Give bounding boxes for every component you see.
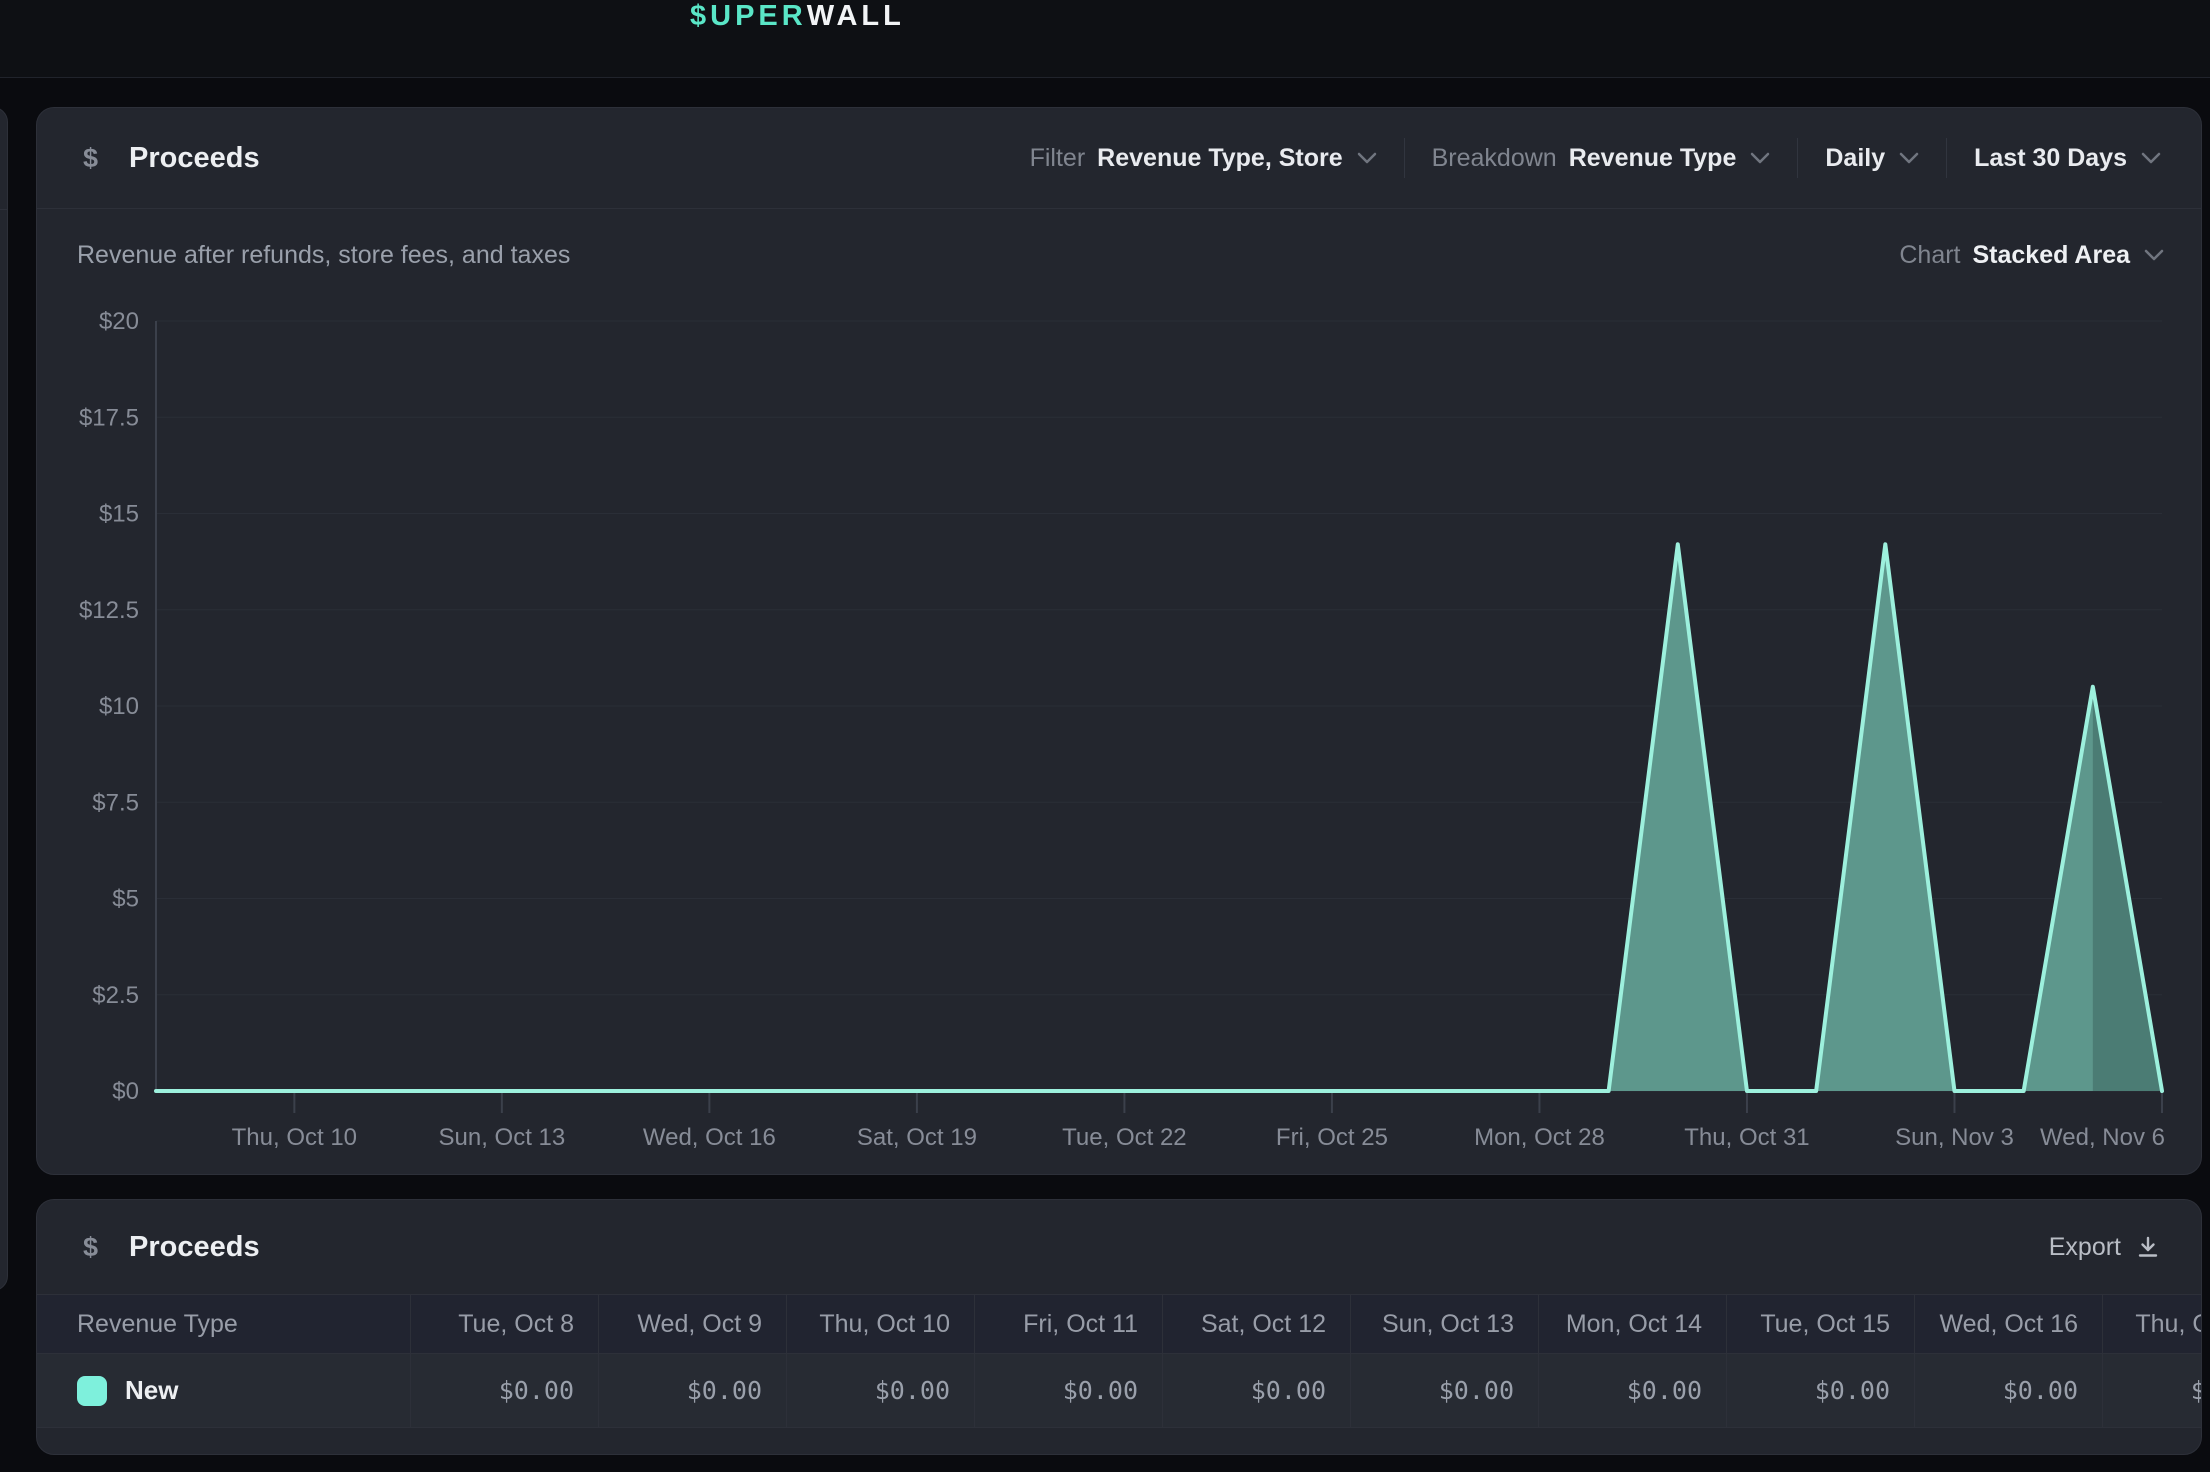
value-cell: $0.00 bbox=[787, 1354, 975, 1427]
superwall-logo: $UPERWALL bbox=[690, 0, 905, 35]
value-cell: $0.00 bbox=[1351, 1354, 1539, 1427]
area-fill-new bbox=[156, 544, 2162, 1091]
proceeds-chart-card: $ Proceeds Filter Revenue Type, Store Br… bbox=[36, 107, 2202, 1175]
x-axis-tick-label: Mon, Oct 28 bbox=[1474, 1124, 1605, 1151]
logo-rest-text: WALL bbox=[807, 0, 905, 33]
y-axis-tick-label: $12.5 bbox=[79, 597, 139, 624]
column-header-date: Mon, Oct 14 bbox=[1539, 1295, 1727, 1353]
export-button[interactable]: Export bbox=[2049, 1233, 2161, 1262]
column-header-date: Sat, Oct 12 bbox=[1163, 1295, 1351, 1353]
y-axis-tick-label: $10 bbox=[99, 693, 139, 720]
table-card-title: Proceeds bbox=[129, 1231, 260, 1264]
x-axis-tick-label: Sun, Oct 13 bbox=[438, 1124, 565, 1151]
column-header-date: Sun, Oct 13 bbox=[1351, 1295, 1539, 1353]
value-cell: $0.00 bbox=[1163, 1354, 1351, 1427]
column-header-date: Tue, Oct 15 bbox=[1727, 1295, 1915, 1353]
x-axis-tick-label: Sun, Nov 3 bbox=[1895, 1124, 2014, 1151]
x-axis-tick-label: Thu, Oct 10 bbox=[232, 1124, 357, 1151]
value-cell: $0.00 bbox=[1915, 1354, 2103, 1427]
adjacent-card-edge bbox=[0, 107, 8, 1291]
y-axis-tick-label: $15 bbox=[99, 501, 139, 528]
value-cell: $0.00 bbox=[975, 1354, 1163, 1427]
y-axis-tick-label: $2.5 bbox=[92, 982, 139, 1009]
proceeds-stacked-area-chart[interactable]: $0 $2.5 $5 $7.5 $10 $12.5 $15 $17.5 $20 Thu, Oct … bbox=[37, 108, 2202, 1175]
y-axis-tick-label: $20 bbox=[99, 308, 139, 335]
logo-accent-text: $UPER bbox=[690, 0, 807, 33]
value-cell: $0.00 bbox=[2103, 1354, 2202, 1427]
y-axis-tick-label: $0 bbox=[112, 1078, 139, 1105]
adjacent-card-divider bbox=[0, 209, 7, 210]
proceeds-table-card: $ Proceeds Export Revenue TypeTue, Oct 8… bbox=[36, 1199, 2202, 1455]
y-axis-tick-label: $5 bbox=[112, 886, 139, 913]
column-header-date: Thu, Oct 10 bbox=[787, 1295, 975, 1353]
table-card-header: $ Proceeds Export bbox=[37, 1200, 2201, 1295]
column-header-date: Wed, Oct 9 bbox=[599, 1295, 787, 1353]
value-cell: $0.00 bbox=[1727, 1354, 1915, 1427]
series-name: New bbox=[125, 1375, 178, 1406]
table-row: New$0.00$0.00$0.00$0.00$0.00$0.00$0.00$0… bbox=[37, 1354, 2201, 1428]
export-label: Export bbox=[2049, 1233, 2121, 1262]
x-axis-tick-label: Wed, Oct 16 bbox=[643, 1124, 776, 1151]
column-header-date: Tue, Oct 8 bbox=[411, 1295, 599, 1353]
table-header-row: Revenue TypeTue, Oct 8Wed, Oct 9Thu, Oct… bbox=[37, 1295, 2201, 1354]
row-label-cell: New bbox=[37, 1354, 411, 1427]
column-header-date: Thu, Oct 17 bbox=[2103, 1295, 2202, 1353]
column-header-revenue-type: Revenue Type bbox=[37, 1295, 411, 1353]
value-cell: $0.00 bbox=[411, 1354, 599, 1427]
y-axis-tick-label: $17.5 bbox=[79, 404, 139, 431]
column-header-date: Fri, Oct 11 bbox=[975, 1295, 1163, 1353]
x-axis-tick-label: Tue, Oct 22 bbox=[1062, 1124, 1187, 1151]
column-header-date: Wed, Oct 16 bbox=[1915, 1295, 2103, 1353]
value-cell: $0.00 bbox=[1539, 1354, 1727, 1427]
x-axis-tick-label: Thu, Oct 31 bbox=[1684, 1124, 1809, 1151]
x-axis-tick-label: Fri, Oct 25 bbox=[1276, 1124, 1388, 1151]
value-cell: $0.00 bbox=[599, 1354, 787, 1427]
top-nav-bar: $UPERWALL bbox=[0, 0, 2210, 78]
x-axis-tick-label: Sat, Oct 19 bbox=[857, 1124, 977, 1151]
x-axis-tick-label: Wed, Nov 6 bbox=[2040, 1124, 2165, 1151]
download-icon bbox=[2135, 1234, 2161, 1260]
dollar-icon: $ bbox=[83, 1232, 103, 1263]
y-axis-tick-label: $7.5 bbox=[92, 789, 139, 816]
series-color-swatch bbox=[77, 1376, 107, 1406]
